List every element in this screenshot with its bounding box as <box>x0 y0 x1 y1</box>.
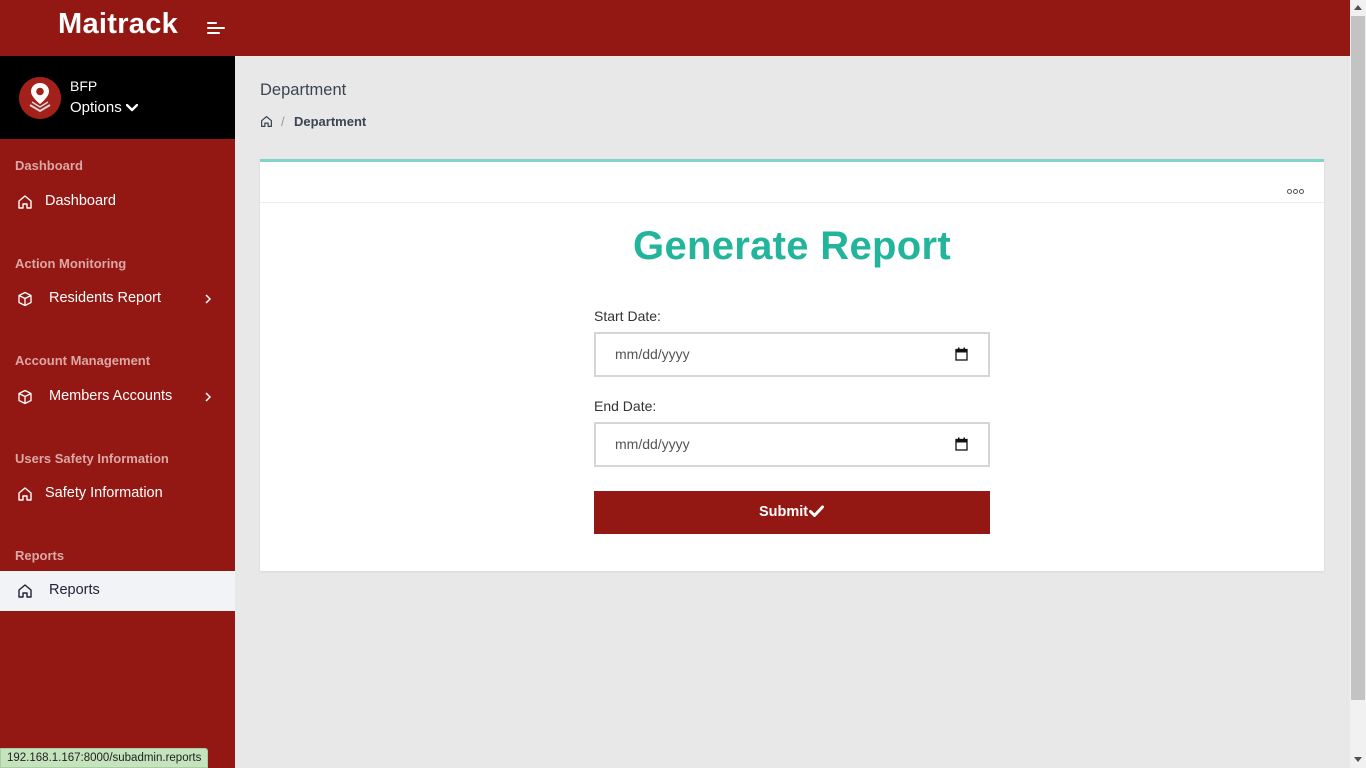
home-icon <box>18 487 32 501</box>
report-heading: Generate Report <box>633 224 951 268</box>
chevron-right-icon <box>205 294 212 304</box>
sidebar: Dashboard Dashboard Action Monitoring Re… <box>0 139 235 768</box>
top-navbar: Maitrack <box>0 0 1350 56</box>
user-options-dropdown[interactable]: Options <box>70 99 138 116</box>
sidebar-item-members-accounts[interactable]: Members Accounts <box>0 377 235 417</box>
calendar-icon[interactable] <box>955 347 968 361</box>
sidebar-item-label: Members Accounts <box>49 388 173 404</box>
calendar-icon[interactable] <box>955 437 968 451</box>
end-date-input[interactable]: mm/dd/yyyy <box>594 422 990 467</box>
submit-label: Submit <box>759 504 809 520</box>
check-icon <box>809 505 824 517</box>
sidebar-item-label: Residents Report <box>49 290 162 306</box>
chevron-right-icon <box>205 392 212 402</box>
end-date-label: End Date: <box>594 398 657 414</box>
sidebar-heading-dashboard: Dashboard <box>15 158 83 173</box>
user-name: BFP <box>70 78 98 94</box>
scrollbar-thumb[interactable] <box>1351 16 1365 700</box>
sidebar-item-reports[interactable]: Reports <box>0 571 235 611</box>
start-date-label: Start Date: <box>594 308 661 324</box>
chevron-down-icon <box>125 103 138 112</box>
sidebar-heading-action-monitoring: Action Monitoring <box>15 256 127 271</box>
home-icon[interactable] <box>260 115 273 128</box>
start-date-input[interactable]: mm/dd/yyyy <box>594 332 990 377</box>
sidebar-item-residents-report[interactable]: Residents Report <box>0 279 235 319</box>
sidebar-item-label: Safety Information <box>45 485 163 501</box>
scroll-down-arrow-icon[interactable] <box>1354 757 1362 762</box>
report-card: Generate Report Start Date: mm/dd/yyyy E… <box>260 159 1324 571</box>
cube-icon <box>18 389 32 405</box>
user-options-label: Options <box>70 99 122 116</box>
cube-icon <box>18 291 32 307</box>
submit-button[interactable]: Submit <box>594 491 990 534</box>
sidebar-item-label: Dashboard <box>45 193 116 209</box>
sidebar-heading-reports: Reports <box>15 548 65 563</box>
brand-logo-text[interactable]: Maitrack <box>58 8 178 41</box>
scroll-up-arrow-icon[interactable] <box>1354 5 1362 10</box>
breadcrumb-separator: / <box>281 114 285 129</box>
sidebar-item-safety-information[interactable]: Safety Information <box>0 474 235 514</box>
sidebar-heading-users-safety-information: Users Safety Information <box>15 451 169 466</box>
status-bar-url: 192.168.1.167:8000/subadmin.reports <box>0 748 209 768</box>
start-date-placeholder: mm/dd/yyyy <box>615 346 690 362</box>
menu-toggle-icon[interactable] <box>207 20 227 36</box>
more-horizontal-icon[interactable] <box>1287 189 1305 195</box>
avatar[interactable] <box>19 77 61 119</box>
breadcrumb-current: Department <box>294 114 367 129</box>
user-panel: BFP Options <box>0 56 235 139</box>
sidebar-item-label: Reports <box>49 582 100 598</box>
home-icon <box>18 584 32 598</box>
home-icon <box>18 195 32 209</box>
sidebar-item-dashboard[interactable]: Dashboard <box>0 182 235 222</box>
end-date-placeholder: mm/dd/yyyy <box>615 436 690 452</box>
page-title: Department <box>260 81 347 99</box>
sidebar-heading-account-management: Account Management <box>15 353 151 368</box>
card-header <box>260 162 1324 203</box>
